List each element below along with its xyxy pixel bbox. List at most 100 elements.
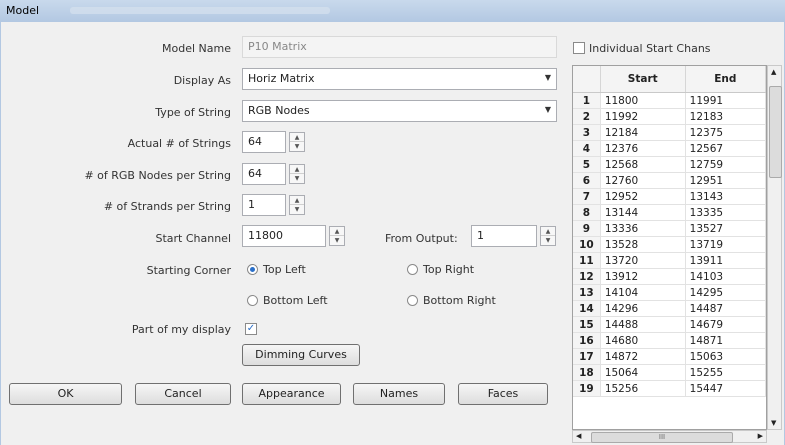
scroll-up-icon[interactable]: ▲ [771, 68, 776, 76]
scroll-thumb[interactable] [769, 86, 782, 178]
end-cell[interactable]: 12759 [685, 156, 766, 173]
end-cell[interactable]: 14295 [685, 284, 766, 301]
ok-button[interactable]: OK [9, 383, 122, 405]
faces-button[interactable]: Faces [458, 383, 548, 405]
end-cell[interactable]: 13719 [685, 236, 766, 253]
row-header-cell[interactable]: 8 [573, 204, 601, 221]
corner-top-left-radio[interactable]: Top Left [247, 263, 306, 276]
end-cell[interactable]: 12375 [685, 124, 766, 141]
scroll-right-icon[interactable]: ▶ [758, 432, 763, 440]
table-row[interactable]: 10 13528 13719 [573, 236, 766, 253]
table-row[interactable]: 5 12568 12759 [573, 156, 766, 173]
start-cell[interactable]: 12952 [600, 188, 686, 205]
end-cell[interactable]: 14103 [685, 268, 766, 285]
table-row[interactable]: 7 12952 13143 [573, 188, 766, 205]
start-cell[interactable]: 12568 [600, 156, 686, 173]
title-bar[interactable]: Model [0, 0, 785, 23]
table-row[interactable]: 9 13336 13527 [573, 220, 766, 237]
end-cell[interactable]: 13911 [685, 252, 766, 269]
row-header-cell[interactable]: 6 [573, 172, 601, 189]
table-row[interactable]: 19 15256 15447 [573, 380, 766, 397]
start-cell[interactable]: 12760 [600, 172, 686, 189]
display-as-select[interactable]: Horiz Matrix ▼ [242, 68, 557, 90]
row-header-cell[interactable]: 4 [573, 140, 601, 157]
from-output-spinner[interactable]: ▲ ▼ [540, 226, 556, 246]
table-row[interactable]: 18 15064 15255 [573, 364, 766, 381]
end-cell[interactable]: 12951 [685, 172, 766, 189]
start-cell[interactable]: 14872 [600, 348, 686, 365]
table-row[interactable]: 17 14872 15063 [573, 348, 766, 365]
row-header-cell[interactable]: 19 [573, 380, 601, 397]
actual-strings-spinner[interactable]: ▲ ▼ [289, 132, 305, 152]
row-header-cell[interactable]: 3 [573, 124, 601, 141]
start-cell[interactable]: 11992 [600, 108, 686, 125]
start-cell[interactable]: 14680 [600, 332, 686, 349]
row-header-cell[interactable]: 12 [573, 268, 601, 285]
nodes-per-string-input[interactable]: 64 [242, 163, 286, 185]
table-row[interactable]: 15 14488 14679 [573, 316, 766, 333]
row-header-cell[interactable]: 9 [573, 220, 601, 237]
end-cell[interactable]: 13527 [685, 220, 766, 237]
end-cell[interactable]: 13335 [685, 204, 766, 221]
end-cell[interactable]: 14871 [685, 332, 766, 349]
start-cell[interactable]: 13144 [600, 204, 686, 221]
row-header-cell[interactable]: 18 [573, 364, 601, 381]
table-row[interactable]: 6 12760 12951 [573, 172, 766, 189]
start-cell[interactable]: 15256 [600, 380, 686, 397]
corner-bottom-left-radio[interactable]: Bottom Left [247, 294, 328, 307]
row-header-cell[interactable]: 11 [573, 252, 601, 269]
start-cell[interactable]: 13720 [600, 252, 686, 269]
end-cell[interactable]: 14679 [685, 316, 766, 333]
end-cell[interactable]: 15447 [685, 380, 766, 397]
strands-per-string-input[interactable]: 1 [242, 194, 286, 216]
start-cell[interactable]: 12376 [600, 140, 686, 157]
names-button[interactable]: Names [353, 383, 445, 405]
table-row[interactable]: 12 13912 14103 [573, 268, 766, 285]
end-cell[interactable]: 11991 [685, 92, 766, 109]
end-cell[interactable]: 15063 [685, 348, 766, 365]
end-cell[interactable]: 15255 [685, 364, 766, 381]
row-header-cell[interactable]: 5 [573, 156, 601, 173]
actual-strings-input[interactable]: 64 [242, 131, 286, 153]
table-row[interactable]: 4 12376 12567 [573, 140, 766, 157]
start-channel-input[interactable]: 11800 [242, 225, 326, 247]
part-of-display-checkbox[interactable]: ✓ [245, 323, 257, 335]
individual-start-chans-checkbox[interactable] [573, 42, 585, 54]
row-header-cell[interactable]: 7 [573, 188, 601, 205]
start-cell[interactable]: 13528 [600, 236, 686, 253]
start-channel-spinner[interactable]: ▲ ▼ [329, 226, 345, 246]
row-header-cell[interactable]: 1 [573, 92, 601, 109]
table-row[interactable]: 14 14296 14487 [573, 300, 766, 317]
channels-grid[interactable]: Start End 1 11800 11991 2 11992 12183 3 12184 12… [572, 65, 767, 430]
start-cell[interactable]: 13912 [600, 268, 686, 285]
table-row[interactable]: 16 14680 14871 [573, 332, 766, 349]
start-cell[interactable]: 14104 [600, 284, 686, 301]
row-header-cell[interactable]: 16 [573, 332, 601, 349]
row-header-cell[interactable]: 13 [573, 284, 601, 301]
end-cell[interactable]: 14487 [685, 300, 766, 317]
grid-vertical-scrollbar[interactable]: ▲ ▼ [767, 65, 782, 430]
appearance-button[interactable]: Appearance [242, 383, 341, 405]
end-cell[interactable]: 12183 [685, 108, 766, 125]
dimming-curves-button[interactable]: Dimming Curves [242, 344, 360, 366]
start-cell[interactable]: 13336 [600, 220, 686, 237]
row-header-cell[interactable]: 2 [573, 108, 601, 125]
row-header-cell[interactable]: 14 [573, 300, 601, 317]
start-cell[interactable]: 14296 [600, 300, 686, 317]
cancel-button[interactable]: Cancel [135, 383, 231, 405]
table-row[interactable]: 11 13720 13911 [573, 252, 766, 269]
start-cell[interactable]: 11800 [600, 92, 686, 109]
row-header-cell[interactable]: 15 [573, 316, 601, 333]
model-name-field[interactable]: P10 Matrix [242, 36, 557, 58]
type-of-string-select[interactable]: RGB Nodes ▼ [242, 100, 557, 122]
start-cell[interactable]: 14488 [600, 316, 686, 333]
corner-bottom-right-radio[interactable]: Bottom Right [407, 294, 496, 307]
end-column-header[interactable]: End [685, 66, 766, 93]
row-header-cell[interactable]: 17 [573, 348, 601, 365]
end-cell[interactable]: 12567 [685, 140, 766, 157]
from-output-input[interactable]: 1 [471, 225, 537, 247]
scroll-down-icon[interactable]: ▼ [771, 419, 776, 427]
table-row[interactable]: 1 11800 11991 [573, 92, 766, 109]
table-row[interactable]: 2 11992 12183 [573, 108, 766, 125]
scroll-left-icon[interactable]: ◀ [576, 432, 581, 440]
